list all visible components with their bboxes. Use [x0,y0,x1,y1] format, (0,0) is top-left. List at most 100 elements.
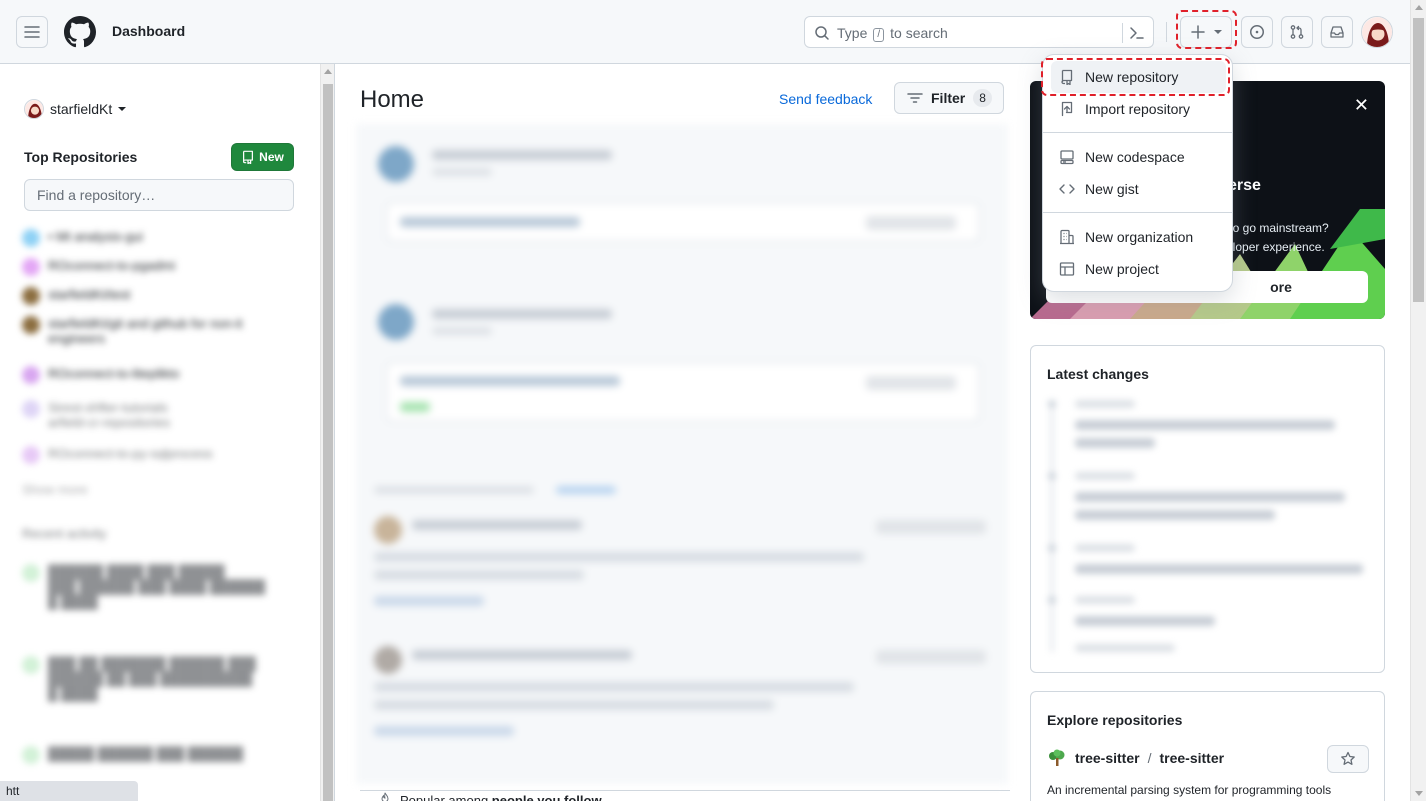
latest-changes-title: Latest changes [1047,366,1149,382]
top-repositories-heading: Top Repositories [24,149,138,165]
popular-label: Popular among people you follow [400,793,602,801]
menu-item-label: New codespace [1085,149,1185,165]
list-item[interactable]: starfieldKt/git and github for non-it eng… [22,316,242,346]
scrollbar-thumb[interactable] [323,84,333,801]
popular-prefix: Popular among [400,793,489,801]
scrollbar-thumb[interactable] [1413,18,1424,302]
github-mark-icon [64,16,96,48]
page-scrollbar[interactable] [1410,0,1426,801]
repo-description: An incremental parsing system for progra… [1047,783,1332,797]
list-item[interactable]: Sirest-shfter-tutorials arfield-cr-reposi… [22,400,170,430]
filter-button[interactable]: Filter 8 [894,82,1004,114]
search-divider [1122,23,1123,43]
star-icon [1341,751,1355,765]
search-placeholder-before: Type [837,25,868,41]
menu-divider [1043,132,1232,133]
list-item[interactable]: ROconnect-to-pgadmi [22,258,175,276]
repo-separator: / [1147,750,1152,766]
send-feedback-link[interactable]: Send feedback [779,91,872,107]
filter-icon [907,93,923,103]
flame-icon [381,792,389,801]
inbox-icon [1330,26,1344,38]
menu-item-label: Import repository [1085,101,1191,117]
command-palette-icon[interactable] [1129,25,1145,41]
list-item[interactable]: ROconnect-to-liteplikto [22,366,180,384]
list-item[interactable]: starfieldKt/test [22,287,130,305]
search-icon [815,26,829,40]
filter-label: Filter [931,90,966,106]
repo-push-icon [1061,101,1073,117]
latest-changes-panel: Latest changes [1030,345,1385,673]
popular-section-header: Popular among people you follow ... [360,790,1010,801]
list-item[interactable]: • Mt analysis-gui [22,229,143,247]
avatar-image [1362,17,1392,47]
search-placeholder-after: to search [890,25,948,41]
username-label: starfieldKt [50,101,113,117]
codespaces-icon [1060,150,1074,165]
context-switcher[interactable]: starfieldKt [24,99,127,119]
page-context-title[interactable]: Dashboard [112,23,185,39]
browser-status-bar: htt [0,781,138,801]
issue-opened-icon [1250,25,1264,39]
git-pull-request-icon [1290,25,1304,39]
explore-repositories-title: Explore repositories [1047,712,1183,728]
promo-line-2: veloper experience. [1220,240,1325,254]
explore-repositories-panel: Explore repositories tree-sitter / tree-… [1030,691,1385,801]
filter-count-badge: 8 [973,89,992,107]
page-title: Home [360,86,425,113]
explore-repo-link[interactable]: tree-sitter / tree-sitter [1047,748,1224,768]
promo-line-1: y to go mainstream? [1220,221,1329,235]
table-icon [1059,262,1075,276]
popular-emphasis: people you follow [491,793,602,801]
repo-name[interactable]: tree-sitter [1159,750,1224,766]
repo-owner[interactable]: tree-sitter [1075,750,1140,766]
slash-key-hint: / [873,28,885,42]
list-item: ███ ██ ███████ ██████ ███ ██████ ██ ███ █… [22,656,256,701]
create-button-highlight [1176,10,1237,49]
user-avatar-menu[interactable] [1361,16,1393,48]
github-logo[interactable] [64,16,96,48]
scroll-down-arrow-icon[interactable] [1415,791,1423,796]
menu-item-new-project[interactable]: New project [1051,253,1226,285]
search-input[interactable]: Type / to search [804,16,1154,48]
menu-button[interactable] [16,16,48,48]
promo-button-label: ore [1270,279,1292,295]
menu-item-label: New organization [1085,229,1194,245]
search-placeholder: Type / to search [837,25,948,42]
blurred-changelog [1031,392,1384,662]
inbox-button[interactable] [1321,16,1353,48]
menu-divider [1043,212,1232,213]
pull-requests-button[interactable] [1281,16,1313,48]
close-icon[interactable]: ✕ [1354,95,1369,116]
tree-avatar-icon [1047,748,1067,768]
code-icon [1059,184,1075,194]
sidebar-scrollbar[interactable] [320,64,335,801]
triangle-down-icon [118,107,127,111]
list-item: Recent activity [22,526,107,541]
menu-item-import-repository[interactable]: Import repository [1051,93,1226,125]
list-item[interactable]: ROconnect-to-py-sqlprocess [22,446,213,464]
menu-item-new-codespace[interactable]: New codespace [1051,141,1226,173]
left-sidebar: starfieldKt Top Repositories New • Mt an… [0,64,320,801]
kebab-horizontal-icon[interactable]: ... [972,791,986,801]
scroll-up-arrow-icon[interactable] [324,69,332,74]
new-repository-sidebar-button[interactable]: New [231,143,294,171]
scroll-up-arrow-icon[interactable] [1415,5,1423,10]
list-item[interactable]: Show more [22,482,88,497]
user-avatar-small [24,99,44,119]
menu-item-label: New project [1085,261,1159,277]
hamburger-icon [24,26,40,38]
list-item: █████ ██████ ███ ██████ [22,746,243,764]
new-button-label: New [259,150,284,164]
list-item: ██████ ████ ███ █████ ███ ██████ ███ ████… [22,564,265,609]
find-repository-input[interactable] [24,179,294,211]
blurred-activity-feed [356,124,1008,784]
menu-item-new-organization[interactable]: New organization [1051,221,1226,253]
issues-button[interactable] [1241,16,1273,48]
repo-icon [243,150,254,164]
new-repository-highlight [1041,58,1230,96]
organization-icon [1060,229,1074,245]
star-button[interactable] [1327,745,1369,773]
header-divider [1166,22,1167,42]
menu-item-new-gist[interactable]: New gist [1051,173,1226,205]
